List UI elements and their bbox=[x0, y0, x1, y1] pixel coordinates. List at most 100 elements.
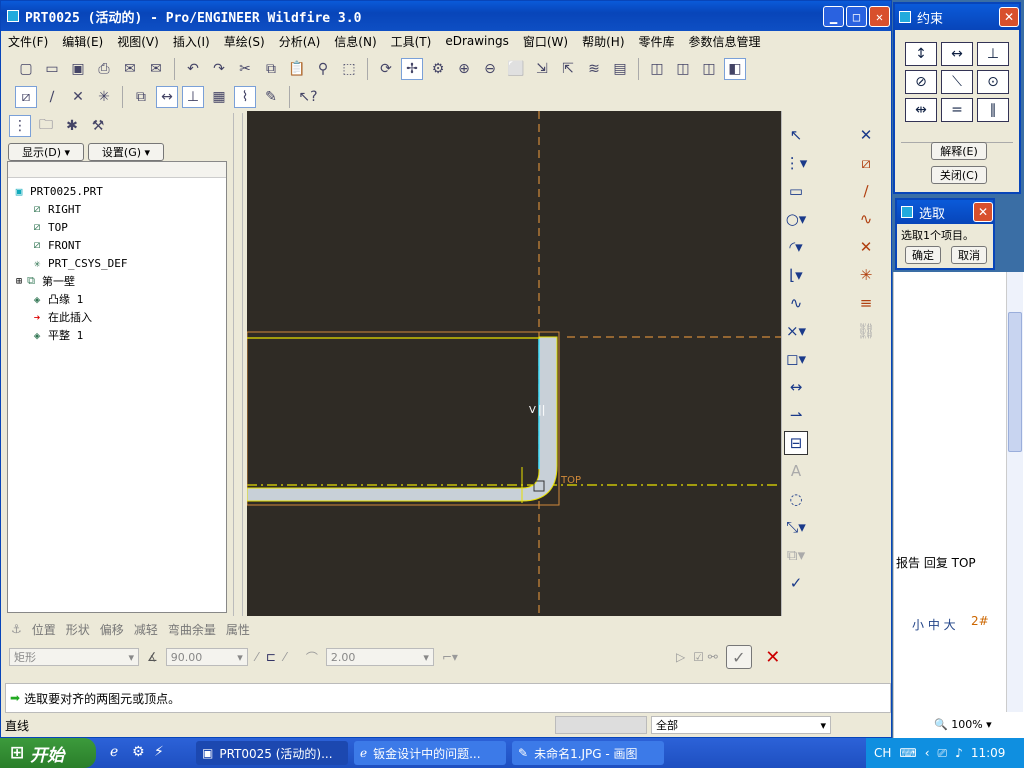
zoom-in-icon[interactable]: ⊕ bbox=[453, 58, 475, 80]
expand-icon[interactable]: ⊞ bbox=[16, 276, 22, 287]
apply-check-button[interactable]: ✓ bbox=[725, 645, 752, 669]
constraints-title-bar[interactable]: 约束 ✕ bbox=[895, 4, 1019, 30]
flip-thickness-icon[interactable]: ⁄ bbox=[284, 650, 286, 664]
chain-icon[interactable]: ⛓ bbox=[854, 319, 878, 343]
menu-item[interactable]: 零件库 bbox=[632, 33, 682, 50]
modify-tool-icon[interactable]: ⇀ bbox=[784, 403, 808, 427]
menu-item[interactable]: 参数信息管理 bbox=[682, 33, 768, 50]
quit-x-icon[interactable]: ✕ bbox=[854, 123, 878, 147]
dashboard-tab[interactable]: 偏移 bbox=[100, 621, 124, 638]
sketch-diagnostics-icon[interactable]: ✎ bbox=[260, 86, 282, 108]
thickness-icon[interactable]: ⊏ bbox=[266, 650, 276, 664]
print-icon[interactable]: ⎙ bbox=[93, 58, 115, 80]
circle-tool-icon[interactable]: ○▾ bbox=[784, 207, 808, 231]
network-icon[interactable]: ⎚ bbox=[938, 746, 948, 761]
filter-select[interactable]: 全部 ▾ bbox=[651, 716, 831, 734]
menu-item[interactable]: 编辑(E) bbox=[55, 33, 110, 50]
point-tool-icon[interactable]: ×▾ bbox=[784, 319, 808, 343]
midpoint-constraint-icon[interactable]: ⟍ bbox=[941, 70, 973, 94]
model-tree-tab-icon[interactable]: ⋮ bbox=[9, 115, 31, 137]
zoom-status[interactable]: 🔍 100% ▾ bbox=[934, 718, 992, 731]
symmetric-constraint-icon[interactable]: ⇹ bbox=[905, 98, 937, 122]
folder-browser-tab-icon[interactable]: 🗀 bbox=[35, 115, 57, 137]
sketch-svg[interactable] bbox=[247, 111, 781, 616]
volume-icon[interactable]: ♪ bbox=[955, 746, 963, 760]
rectangle-tool-icon[interactable]: ▭ bbox=[784, 179, 808, 203]
settings-menu-button[interactable]: 设置(G) ▾ bbox=[88, 143, 164, 161]
dashboard-tab[interactable]: 弯曲余量 bbox=[168, 621, 216, 638]
tree-item[interactable]: ⧄ RIGHT bbox=[8, 200, 226, 218]
menu-item[interactable]: 分析(A) bbox=[272, 33, 328, 50]
task-paint[interactable]: ✎ 未命名1.JPG - 画图 bbox=[512, 741, 664, 765]
title-bar[interactable]: PRT0025 (活动的) - Pro/ENGINEER Wildfire 3.… bbox=[1, 1, 891, 31]
context-help-icon[interactable]: ↖? bbox=[297, 86, 319, 108]
shape-select[interactable]: 矩形 ▾ bbox=[9, 648, 139, 666]
menu-item[interactable]: 视图(V) bbox=[110, 33, 166, 50]
explain-button[interactable]: 解释(E) bbox=[931, 142, 987, 160]
menu-item[interactable]: 信息(N) bbox=[327, 33, 383, 50]
menu-item[interactable]: eDrawings bbox=[438, 34, 516, 48]
font-size-links[interactable]: 小 中 大 bbox=[912, 616, 956, 633]
csys-display-icon[interactable]: ✳ bbox=[93, 86, 115, 108]
datum-points-icon[interactable]: ✕ bbox=[67, 86, 89, 108]
vertical-constraint-icon[interactable]: ↕ bbox=[905, 42, 937, 66]
start-button[interactable]: ⊞ 开始 bbox=[0, 738, 96, 768]
constraints-close-text-button[interactable]: 关闭(C) bbox=[931, 166, 987, 184]
mail-attach-icon[interactable]: ✉ bbox=[145, 58, 167, 80]
done-check-icon[interactable]: ✓ bbox=[784, 571, 808, 595]
orient-icon[interactable]: ⚙ bbox=[427, 58, 449, 80]
tree-item[interactable]: ▣ PRT0025.PRT bbox=[8, 182, 226, 200]
tangent-constraint-icon[interactable]: ⊘ bbox=[905, 70, 937, 94]
wireframe-icon[interactable]: ◫ bbox=[646, 58, 668, 80]
palette-icon[interactable]: ◌ bbox=[784, 487, 808, 511]
select-cancel-button[interactable]: 取消 bbox=[951, 246, 987, 264]
pause-icon[interactable]: ▷ bbox=[676, 650, 685, 664]
saved-views-icon[interactable]: ⇱ bbox=[557, 58, 579, 80]
datum-axes-icon[interactable]: ∕ bbox=[41, 86, 63, 108]
tree-item[interactable]: ➔ 在此插入 bbox=[8, 308, 226, 326]
analysis-tool-icon[interactable]: ≡ bbox=[854, 291, 878, 315]
preview-check-icon[interactable]: ☑ ⚯ bbox=[693, 650, 718, 664]
no-hidden-icon[interactable]: ◫ bbox=[698, 58, 720, 80]
cancel-x-button[interactable]: ✕ bbox=[760, 645, 786, 669]
constraint-tool-icon[interactable]: ⊟ bbox=[784, 431, 808, 455]
select-arrow-icon[interactable]: ↖ bbox=[784, 123, 808, 147]
select-box-icon[interactable]: ⬚ bbox=[338, 58, 360, 80]
browser-links[interactable]: 报告 回复 TOP bbox=[896, 554, 976, 571]
datum-point-tool-icon[interactable]: ✕ bbox=[854, 235, 878, 259]
fillet-tool-icon[interactable]: ⌊▾ bbox=[784, 263, 808, 287]
line-tool-icon[interactable]: ⋮▾ bbox=[784, 151, 808, 175]
reorient-icon[interactable]: ⇲ bbox=[531, 58, 553, 80]
dashboard-tab[interactable]: 形状 bbox=[66, 621, 90, 638]
dashboard-tab[interactable]: 位置 bbox=[32, 621, 56, 638]
radius-side-icon[interactable]: ⌐▾ bbox=[442, 650, 458, 664]
menu-item[interactable]: 插入(I) bbox=[166, 33, 217, 50]
trim-tool-icon[interactable]: ⤡▾ bbox=[784, 515, 808, 539]
show-menu-button[interactable]: 显示(D) ▾ bbox=[8, 143, 84, 161]
task-browser[interactable]: ℯ 钣金设计中的问题... bbox=[354, 741, 506, 765]
ie-icon[interactable]: ℯ bbox=[110, 744, 118, 760]
equal-constraint-icon[interactable]: = bbox=[941, 98, 973, 122]
grid-display-icon[interactable]: ▦ bbox=[208, 86, 230, 108]
vertex-display-icon[interactable]: ⌇ bbox=[234, 86, 256, 108]
radius-field[interactable]: 2.00 ▾ bbox=[325, 648, 434, 666]
paste-icon[interactable]: 📋 bbox=[286, 58, 308, 80]
tree-item[interactable]: ⧄ TOP bbox=[8, 218, 226, 236]
perpendicular-constraint-icon[interactable]: ⊥ bbox=[977, 42, 1009, 66]
dashboard-tab[interactable]: 属性 bbox=[226, 621, 250, 638]
tree-item[interactable]: ⧄ FRONT bbox=[8, 236, 226, 254]
menu-item[interactable]: 草绘(S) bbox=[217, 33, 272, 50]
flip-angle-icon[interactable]: ⁄ bbox=[256, 650, 258, 664]
mail-icon[interactable]: ✉ bbox=[119, 58, 141, 80]
browser-scrollbar[interactable] bbox=[1006, 272, 1023, 712]
maximize-button[interactable]: □ bbox=[846, 6, 867, 27]
horizontal-constraint-icon[interactable]: ↔ bbox=[941, 42, 973, 66]
proe-launch-icon[interactable]: ⚡ bbox=[154, 744, 164, 760]
plane-tool-icon[interactable]: ⧄ bbox=[854, 151, 878, 175]
bend-radius-icon[interactable]: ⌒ bbox=[306, 649, 318, 666]
new-file-icon[interactable]: ▢ bbox=[15, 58, 37, 80]
curve-tool-icon[interactable]: ∿ bbox=[854, 207, 878, 231]
language-indicator[interactable]: CH bbox=[874, 746, 891, 760]
zoom-out-icon[interactable]: ⊖ bbox=[479, 58, 501, 80]
menu-item[interactable]: 工具(T) bbox=[384, 33, 439, 50]
